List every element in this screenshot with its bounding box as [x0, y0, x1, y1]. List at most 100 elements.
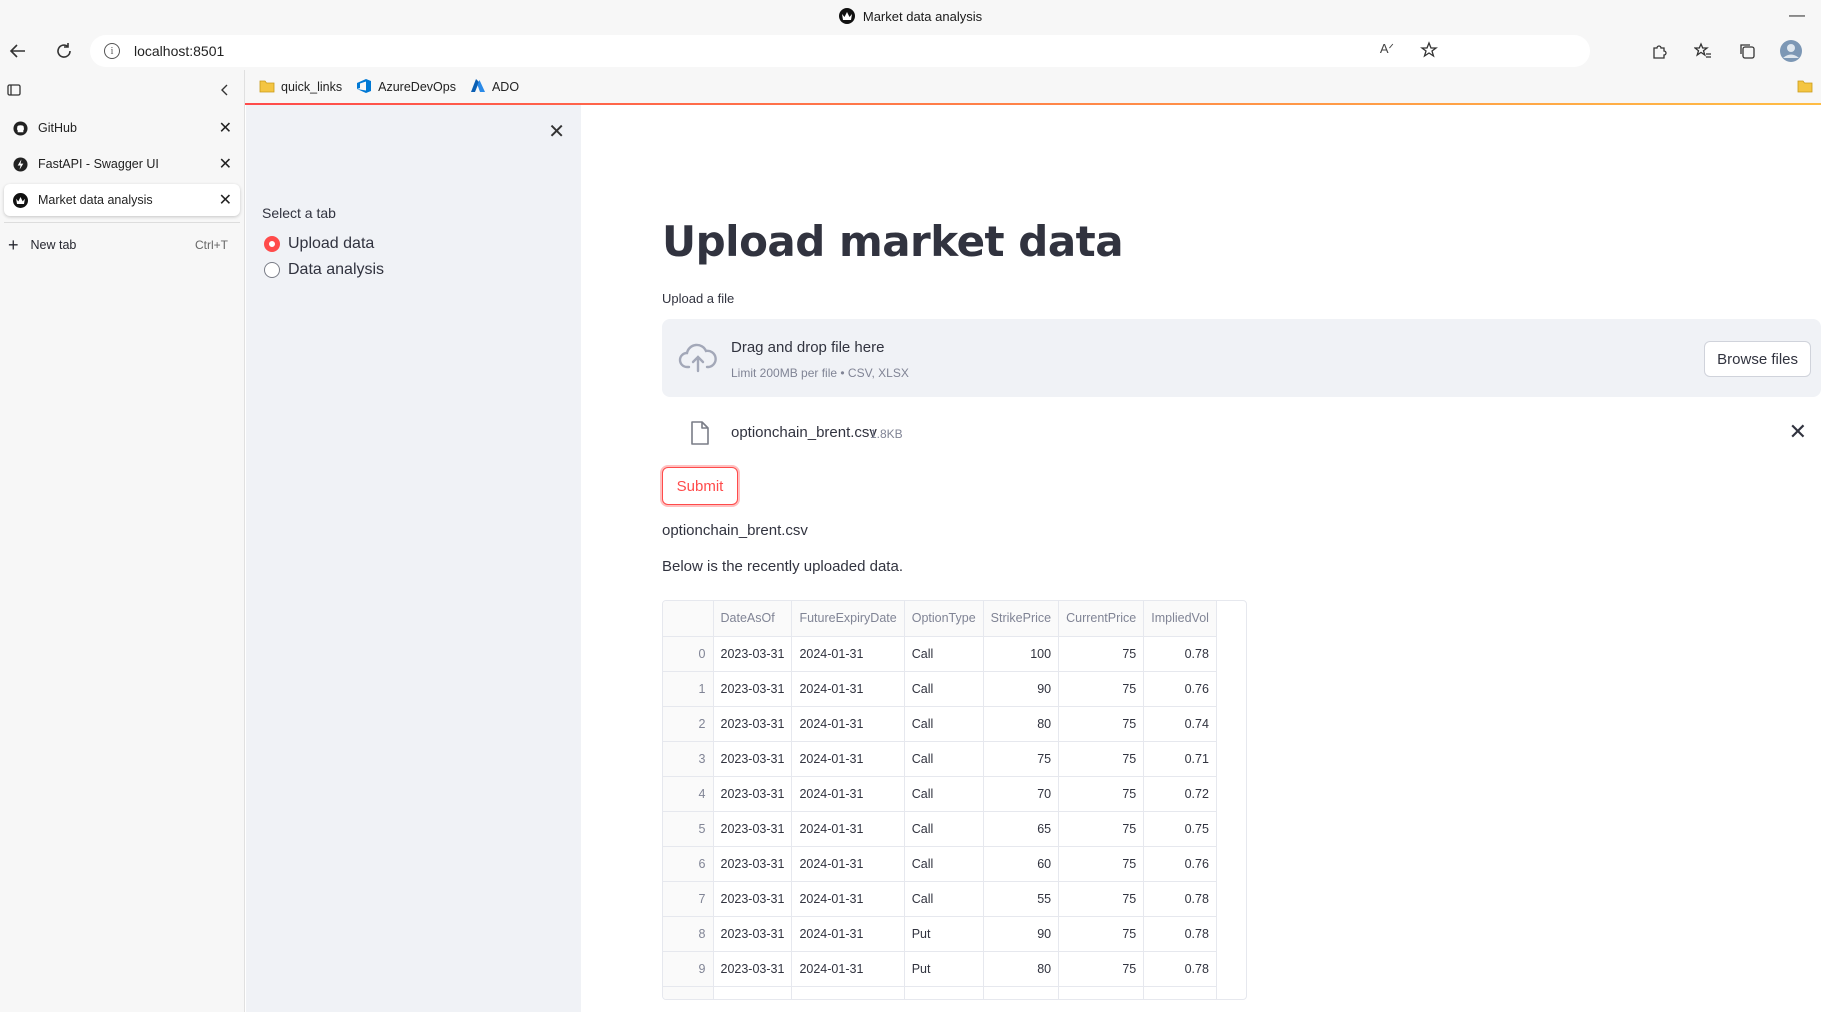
tab-label: GitHub — [38, 121, 77, 135]
table-cell: 75 — [1058, 671, 1145, 707]
extensions-icon[interactable] — [1643, 35, 1675, 67]
radio-upload-data[interactable]: Upload data — [264, 235, 374, 253]
close-tab-icon[interactable]: ✕ — [219, 190, 232, 210]
tab-github[interactable]: GitHub ✕ — [4, 112, 240, 144]
table-cell: 2023-03-31 — [713, 776, 793, 812]
bookmark-azure-devops[interactable]: AzureDevOps — [356, 78, 456, 97]
table-cell: 75 — [1058, 776, 1145, 812]
table-cell: 2023-03-31 — [713, 916, 793, 952]
favorites-icon[interactable] — [1687, 35, 1719, 67]
streamlit-icon — [838, 8, 855, 24]
table-cell: 0.78 — [1143, 636, 1217, 672]
table-cell: 80 — [983, 951, 1060, 987]
close-tab-icon[interactable]: ✕ — [219, 118, 232, 138]
table-cell: Call — [904, 811, 984, 847]
data-table[interactable]: DateAsOf FutureExpiryDate OptionType Strike… — [662, 600, 1247, 1000]
column-header[interactable]: FutureExpiryDate — [791, 601, 905, 637]
index-header[interactable] — [663, 601, 714, 637]
bookmark-label: AzureDevOps — [378, 80, 456, 94]
radio-unselected-icon — [264, 262, 280, 278]
row-index: 2 — [663, 706, 714, 742]
close-tab-icon[interactable]: ✕ — [219, 154, 232, 174]
below-data-text: Below is the recently uploaded data. — [662, 558, 903, 575]
table-cell: Call — [904, 776, 984, 812]
back-button[interactable] — [2, 35, 34, 67]
new-tab-button[interactable]: + New tab Ctrl+T — [0, 229, 244, 261]
address-bar[interactable]: i localhost:8501 Aᐟ — [90, 35, 1590, 67]
column-header[interactable]: DateAsOf — [713, 601, 793, 637]
table-cell — [663, 986, 714, 999]
uploader-label: Upload a file — [662, 291, 735, 306]
table-row[interactable]: 9 2023-03-31 2024-01-31 Put 80 75 0.78 — [663, 951, 1217, 987]
table-row[interactable]: 7 2023-03-31 2024-01-31 Call 55 75 0.78 — [663, 881, 1217, 917]
tab-actions-icon[interactable] — [6, 82, 22, 103]
table-cell: 2024-01-31 — [791, 846, 905, 882]
table-cell: 0.76 — [1143, 671, 1217, 707]
bookmark-ado[interactable]: ADO — [470, 78, 520, 96]
close-sidebar-button[interactable]: ✕ — [548, 119, 565, 144]
table-cell: 2024-01-31 — [791, 811, 905, 847]
bookmark-label: ADO — [491, 80, 520, 94]
refresh-button[interactable] — [48, 35, 80, 67]
column-header[interactable]: StrikePrice — [983, 601, 1060, 637]
table-cell: 2024-01-31 — [791, 881, 905, 917]
table-row[interactable]: 2 2023-03-31 2024-01-31 Call 80 75 0.74 — [663, 706, 1217, 742]
column-header[interactable]: OptionType — [904, 601, 984, 637]
table-cell: 80 — [983, 706, 1060, 742]
read-aloud-icon[interactable]: Aᐟ — [1380, 41, 1394, 57]
table-row[interactable]: 1 2023-03-31 2024-01-31 Call 90 75 0.76 — [663, 671, 1217, 707]
table-cell: 75 — [983, 741, 1060, 777]
favorite-add-icon[interactable] — [1420, 41, 1438, 62]
table-row[interactable]: 4 2023-03-31 2024-01-31 Call 70 75 0.72 — [663, 776, 1217, 812]
browse-files-button[interactable]: Browse files — [1704, 341, 1811, 377]
table-cell: 2024-01-31 — [791, 916, 905, 952]
fastapi-icon — [12, 156, 28, 172]
table-cell: Call — [904, 671, 984, 707]
table-cell: 2023-03-31 — [713, 951, 793, 987]
profile-avatar[interactable] — [1775, 35, 1807, 67]
uploaded-filename-text: optionchain_brent.csv — [662, 522, 808, 539]
table-row[interactable]: 5 2023-03-31 2024-01-31 Call 65 75 0.75 — [663, 811, 1217, 847]
radio-data-analysis[interactable]: Data analysis — [264, 261, 384, 279]
table-cell: 2023-03-31 — [713, 706, 793, 742]
collections-icon[interactable] — [1731, 35, 1763, 67]
minimize-button[interactable]: — — [1789, 7, 1805, 25]
row-index: 9 — [663, 951, 714, 987]
remove-file-button[interactable]: ✕ — [1789, 419, 1807, 445]
bookmarks-bar: quick_links AzureDevOps ADO — [245, 70, 1821, 104]
table-cell: 90 — [983, 916, 1060, 952]
bookmark-quick-links[interactable]: quick_links — [259, 79, 342, 96]
table-cell: 2024-01-31 — [791, 776, 905, 812]
page-title: Upload market data — [662, 217, 1124, 266]
table-cell: 2023-03-31 — [713, 636, 793, 672]
tab-fastapi[interactable]: FastAPI - Swagger UI ✕ — [4, 148, 240, 180]
table-cell: 55 — [983, 881, 1060, 917]
table-row[interactable]: 0 2023-03-31 2024-01-31 Call 100 75 0.78 — [663, 636, 1217, 672]
column-header[interactable]: CurrentPrice — [1058, 601, 1145, 637]
collapse-pane-icon[interactable] — [218, 83, 232, 102]
streamlit-icon — [12, 192, 28, 208]
tab-market-data-analysis[interactable]: Market data analysis ✕ — [4, 184, 240, 216]
uploaded-file-row: optionchain_brent.csv 1.8KB ✕ — [662, 411, 1821, 455]
table-row[interactable]: 6 2023-03-31 2024-01-31 Call 60 75 0.76 — [663, 846, 1217, 882]
file-icon — [690, 421, 710, 450]
table-cell: 2024-01-31 — [791, 636, 905, 672]
table-cell: Put — [904, 951, 984, 987]
table-row[interactable]: 8 2023-03-31 2024-01-31 Put 90 75 0.78 — [663, 916, 1217, 952]
radio-selected-icon — [264, 236, 280, 252]
column-header[interactable]: ImpliedVol — [1143, 601, 1217, 637]
table-cell: 75 — [1058, 846, 1145, 882]
table-row[interactable]: 3 2023-03-31 2024-01-31 Call 75 75 0.71 — [663, 741, 1217, 777]
file-dropzone[interactable]: Drag and drop file here Limit 200MB per … — [662, 319, 1821, 397]
row-index: 0 — [663, 636, 714, 672]
folder-icon — [259, 79, 275, 96]
table-row-partial — [663, 986, 1217, 999]
row-index: 4 — [663, 776, 714, 812]
other-favorites-folder-icon[interactable] — [1797, 79, 1813, 96]
table-cell: 0.78 — [1143, 916, 1217, 952]
site-info-icon[interactable]: i — [104, 43, 120, 59]
bookmark-label: quick_links — [281, 80, 343, 94]
table-cell — [1143, 986, 1217, 999]
table-cell: 0.71 — [1143, 741, 1217, 777]
submit-button[interactable]: Submit — [662, 467, 738, 505]
